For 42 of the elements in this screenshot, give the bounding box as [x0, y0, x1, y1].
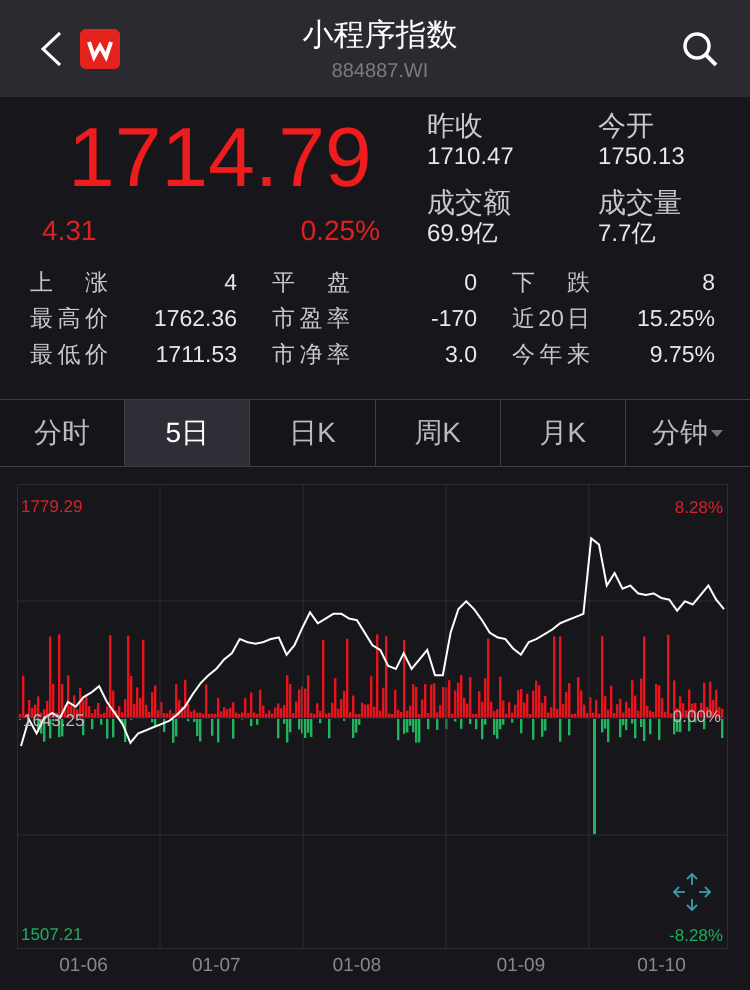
- axis-label: 8.28%: [674, 498, 723, 518]
- stat-value: 1710.47: [427, 143, 515, 171]
- date-label: 01-08: [332, 955, 382, 977]
- stat-value: 1750.13: [598, 143, 686, 171]
- stat-label: 今开: [598, 109, 655, 143]
- stat-label: 市盈率: [272, 304, 350, 333]
- axis-label: 0.00%: [672, 707, 722, 727]
- stat-label: 成交量: [598, 186, 683, 220]
- stat-value: 15.25%: [636, 304, 715, 333]
- date-label: 01-10: [637, 955, 686, 977]
- price-change: 4.31: [42, 215, 96, 247]
- index-code: 884887.WI: [332, 60, 428, 83]
- stat-value: 9.75%: [650, 340, 715, 369]
- page-title: 小程序指数: [302, 16, 458, 54]
- stat-label: 上涨: [30, 268, 108, 297]
- stat-value: 8: [702, 268, 715, 297]
- stat-label: 昨收: [427, 109, 484, 143]
- stat-label: 最高价: [30, 304, 108, 333]
- date-label: 01-06: [59, 955, 108, 977]
- change-percent: 0.25%: [300, 215, 380, 247]
- current-price: 1714.79: [68, 109, 373, 205]
- stat-value: 3.0: [445, 340, 477, 369]
- date-label: 01-07: [192, 955, 241, 977]
- stat-label: 近20日: [512, 304, 590, 333]
- stat-value: 0: [464, 268, 477, 297]
- stat-label: 最低价: [30, 340, 108, 369]
- stat-value: 69.9亿: [427, 220, 499, 248]
- stat-value: 1711.53: [156, 340, 237, 369]
- axis-label: 1507.21: [21, 925, 82, 945]
- stat-label: 平盘: [272, 268, 350, 297]
- axis-label: 1779.29: [21, 497, 82, 517]
- stat-value: 7.7亿: [598, 220, 656, 248]
- axis-label: -8.28%: [669, 926, 723, 946]
- stat-label: 成交额: [427, 186, 512, 220]
- chart-tab[interactable]: 5日: [124, 400, 250, 466]
- stat-label: 市净率: [272, 340, 350, 369]
- stat-value: -170: [430, 304, 477, 333]
- date-label: 01-09: [496, 955, 546, 977]
- stat-value: 1762.36: [154, 304, 237, 333]
- stat-value: 4: [224, 268, 237, 297]
- stat-label: 今年来: [512, 340, 590, 369]
- stat-label: 下跌: [512, 268, 590, 297]
